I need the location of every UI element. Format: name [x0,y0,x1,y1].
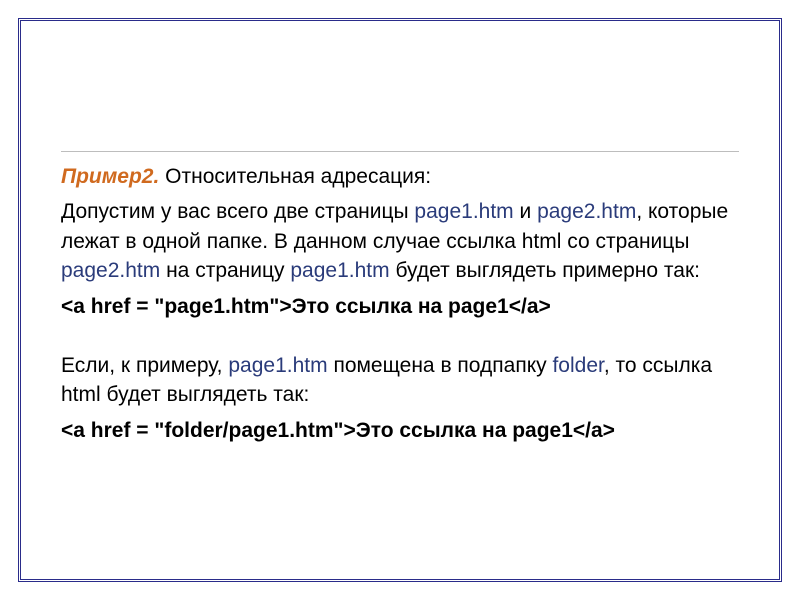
filename-page1: page1.htm [414,200,513,223]
text: Если, к примеру, [61,354,228,377]
paragraph-1: Допустим у вас всего две страницы page1.… [61,197,739,285]
filename-page1: page1.htm [290,259,389,282]
example-title: Пример2. Относительная адресация: [61,162,739,191]
filename-page2: page2.htm [61,259,160,282]
text: Допустим у вас всего две страницы [61,200,414,223]
slide-content: Пример2. Относительная адресация: Допуст… [61,151,739,451]
example-label: Пример2. [61,165,159,188]
slide-frame: Пример2. Относительная адресация: Допуст… [18,18,782,582]
text: и [514,200,537,223]
spacer [61,327,739,351]
foldername: folder [552,354,603,377]
text: будет выглядеть примерно так: [390,259,700,282]
paragraph-2: Если, к примеру, page1.htm помещена в по… [61,351,739,410]
code-example-1: <a href = "page1.htm">Это ссылка на page… [61,292,739,321]
filename-page2: page2.htm [537,200,636,223]
divider [61,151,739,152]
filename-page1: page1.htm [228,354,327,377]
text: на страницу [160,259,290,282]
code-example-2: <a href = "folder/page1.htm">Это ссылка … [61,416,739,445]
example-title-rest: Относительная адресация: [159,165,431,188]
text: помещена в подпапку [328,354,553,377]
